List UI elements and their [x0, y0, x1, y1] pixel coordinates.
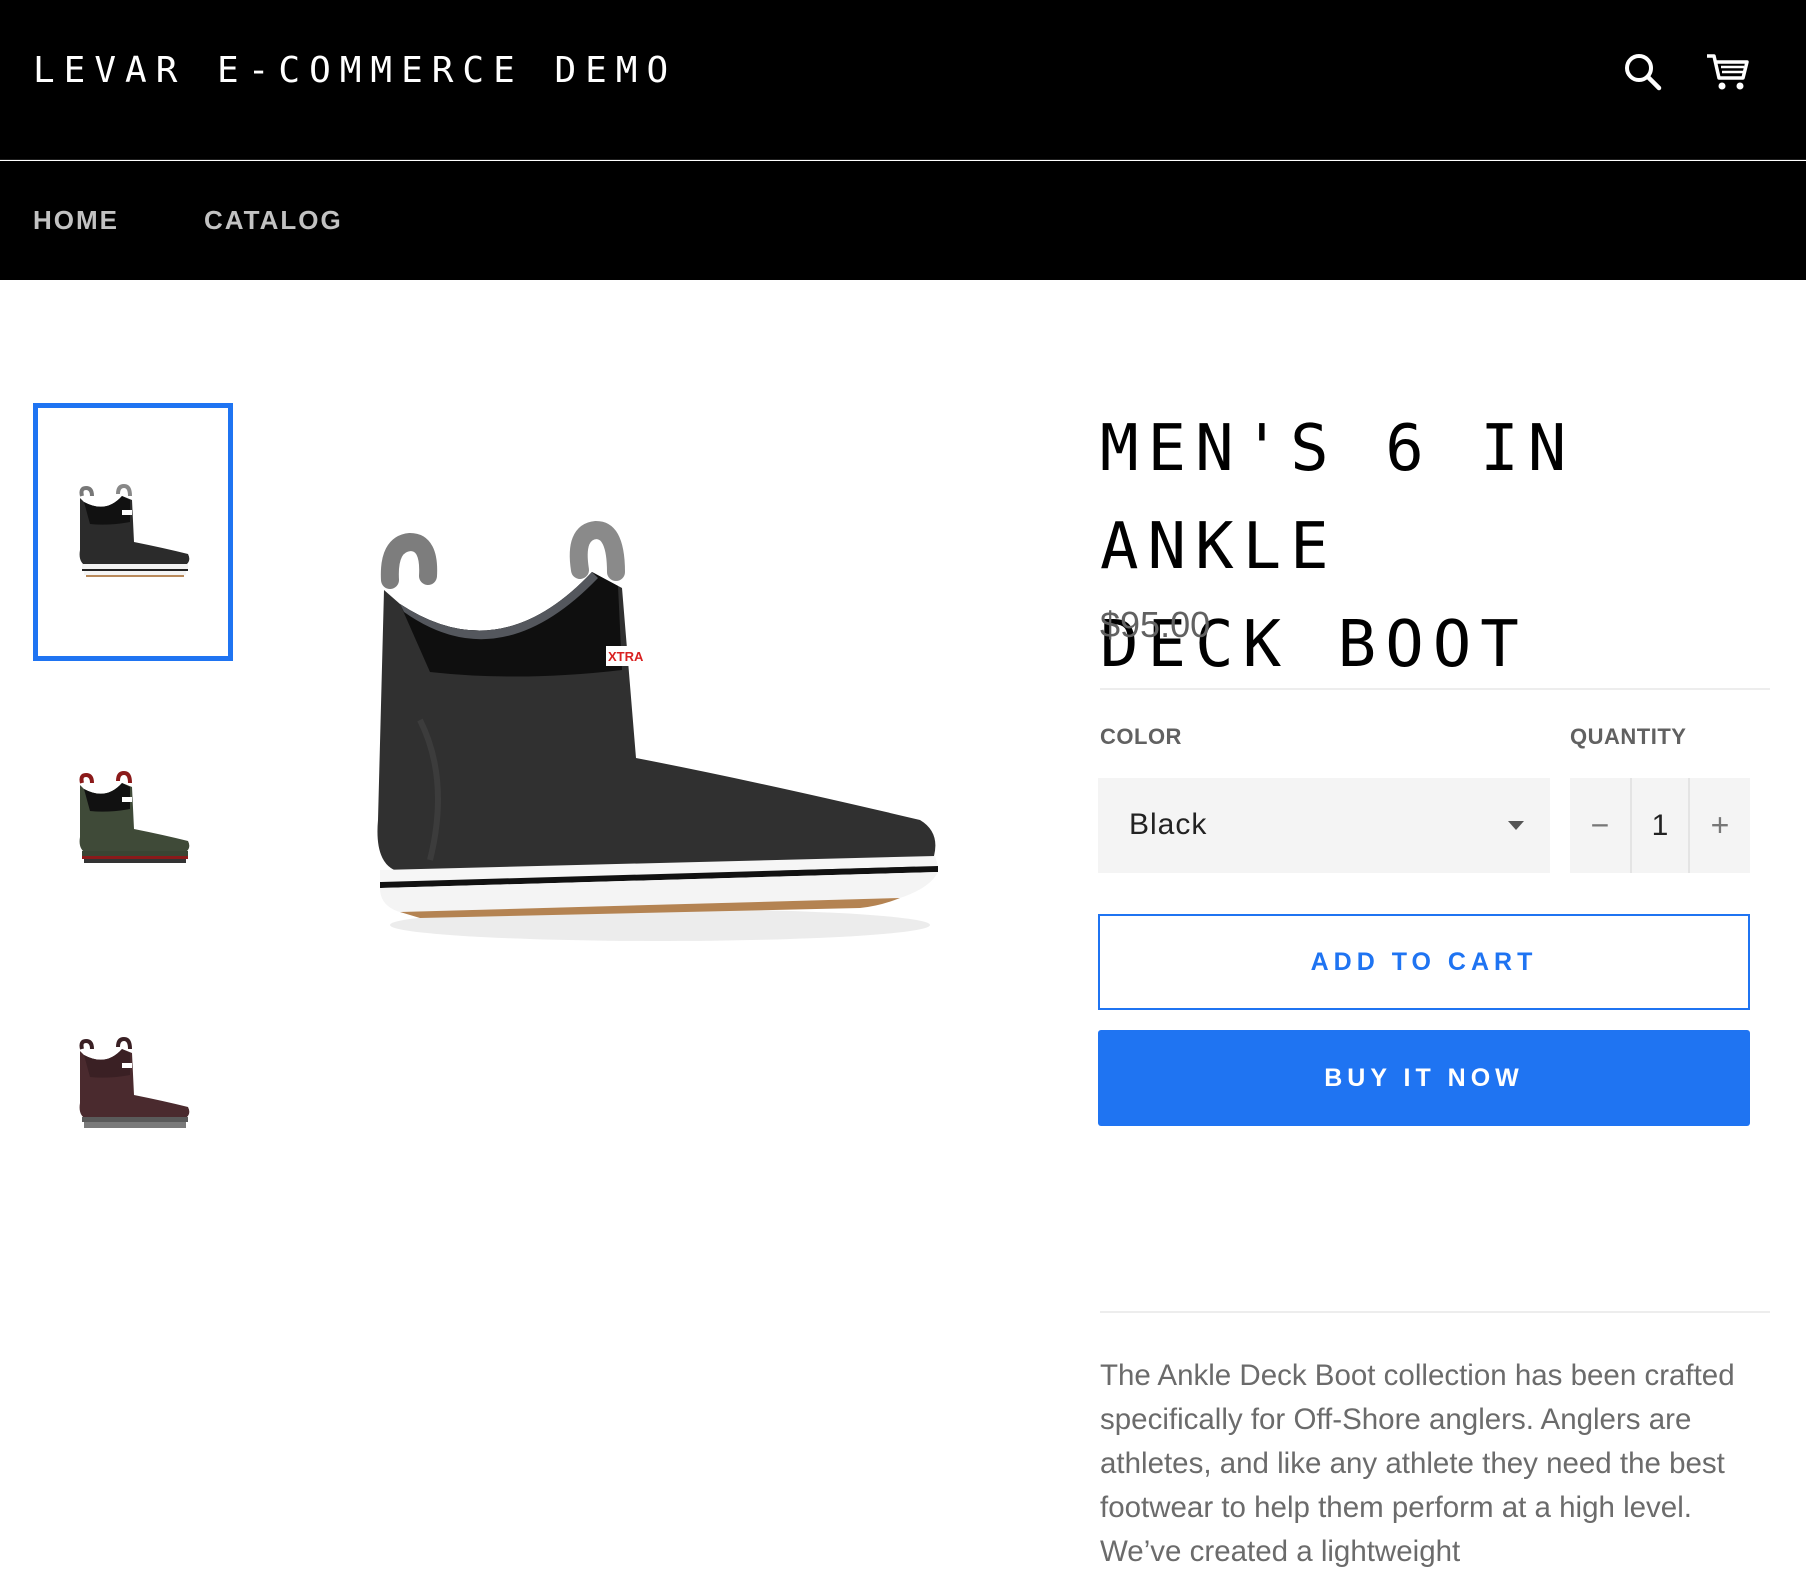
quantity-decrease-button[interactable]: − [1570, 778, 1630, 873]
buy-it-now-button[interactable]: BUY IT NOW [1098, 1030, 1750, 1126]
color-select-value: Black [1129, 808, 1208, 841]
nav-item-home[interactable]: HOME [33, 205, 119, 236]
product-thumbnail-green[interactable] [33, 690, 233, 948]
search-icon [1625, 54, 1662, 91]
site-title-link[interactable]: LEVAR E-COMMERCE DEMO [33, 50, 677, 91]
cart-button[interactable] [1699, 44, 1755, 100]
divider [1100, 688, 1770, 690]
brand-tag-text: XTRA [608, 649, 644, 664]
divider [1100, 1311, 1770, 1313]
quantity-input[interactable]: 1 [1630, 778, 1690, 873]
boot-thumbnail-black-image [79, 483, 190, 577]
main-nav: HOME CATALOG [0, 161, 1806, 280]
product-main-image: XTRA [377, 520, 938, 941]
product-thumbnail-brown[interactable] [33, 956, 233, 1214]
cart-icon [1707, 54, 1749, 90]
quantity-label: QUANTITY [1570, 724, 1687, 749]
product-description: The Ankle Deck Boot collection has been … [1100, 1359, 1735, 1568]
boot-thumbnail-green-image [79, 770, 190, 863]
product-title: MEN'S 6 IN ANKLE DECK BOOT [1100, 400, 1780, 694]
chevron-down-icon [1508, 821, 1524, 830]
product-title-line-1: MEN'S 6 IN ANKLE [1100, 412, 1576, 584]
color-select[interactable]: Black [1098, 778, 1550, 873]
add-to-cart-button[interactable]: ADD TO CART [1098, 914, 1750, 1010]
quantity-stepper: − 1 + [1570, 778, 1750, 873]
product-price: $95.00 [1100, 604, 1211, 645]
site-header: LEVAR E-COMMERCE DEMO [0, 0, 1806, 160]
color-label: COLOR [1100, 724, 1182, 749]
product-page: LEVAR E-COMMERCE DEMO HOME CATALOG XTRA … [0, 0, 1806, 1584]
product-thumbnail-black[interactable] [33, 403, 233, 661]
nav-item-catalog[interactable]: CATALOG [204, 205, 343, 236]
quantity-increase-button[interactable]: + [1690, 778, 1750, 873]
search-button[interactable] [1615, 44, 1671, 100]
boot-thumbnail-brown-image [79, 1036, 190, 1128]
